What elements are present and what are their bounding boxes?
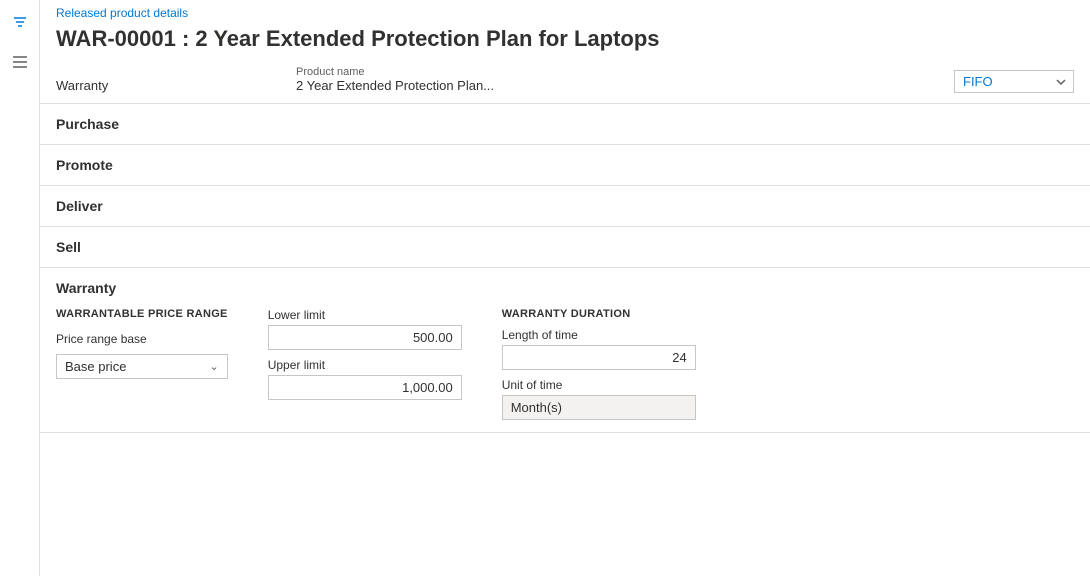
filter-icon[interactable] — [8, 10, 32, 34]
warrantable-title: WARRANTABLE PRICE RANGE — [56, 308, 228, 320]
warranty-duration-section: WARRANTY DURATION Length of time Unit of… — [502, 308, 696, 420]
warranty-section-title: Warranty — [56, 280, 1074, 296]
limits-section: Lower limit Upper limit — [268, 308, 462, 400]
unit-of-time-value: Month(s) — [502, 395, 696, 420]
main-content: Released product details WAR-00001 : 2 Y… — [40, 0, 1090, 576]
deliver-section-header[interactable]: Deliver — [40, 186, 1090, 227]
length-of-time-input[interactable] — [502, 345, 696, 370]
warrantable-price-range: WARRANTABLE PRICE RANGE Price range base… — [56, 308, 228, 379]
purchase-section-header[interactable]: Purchase — [40, 104, 1090, 145]
length-of-time-group: Length of time — [502, 328, 696, 370]
chevron-down-icon: ⌄ — [209, 360, 218, 373]
product-name-value: 2 Year Extended Protection Plan... — [296, 78, 675, 93]
page-title: WAR-00001 : 2 Year Extended Protection P… — [40, 22, 1090, 64]
sell-section-header[interactable]: Sell — [40, 227, 1090, 268]
length-of-time-label: Length of time — [502, 328, 696, 342]
price-range-base-value: Base price — [65, 359, 126, 374]
warranty-section: Warranty WARRANTABLE PRICE RANGE Price r… — [40, 268, 1090, 433]
fifo-wrapper: FIFO LIFO Average Standard — [695, 70, 1074, 93]
product-name-label: Product name — [296, 66, 675, 78]
price-range-base-select[interactable]: Base price ⌄ — [56, 354, 228, 379]
warranty-duration-title: WARRANTY DURATION — [502, 308, 696, 320]
warranty-body: WARRANTABLE PRICE RANGE Price range base… — [56, 308, 1074, 420]
lower-limit-group: Lower limit — [268, 308, 462, 350]
lower-limit-label: Lower limit — [268, 308, 462, 322]
upper-limit-input[interactable] — [268, 375, 462, 400]
sidebar — [0, 0, 40, 576]
upper-limit-group: Upper limit — [268, 358, 462, 400]
top-info-row: Warranty Product name 2 Year Extended Pr… — [40, 64, 1090, 104]
content-area: Warranty Product name 2 Year Extended Pr… — [40, 64, 1090, 576]
fifo-select[interactable]: FIFO LIFO Average Standard — [954, 70, 1074, 93]
breadcrumb[interactable]: Released product details — [40, 0, 1090, 22]
unit-of-time-label: Unit of time — [502, 378, 696, 392]
price-range-base-label: Price range base — [56, 332, 228, 346]
lower-limit-input[interactable] — [268, 325, 462, 350]
promote-section-header[interactable]: Promote — [40, 145, 1090, 186]
menu-icon[interactable] — [8, 50, 32, 74]
upper-limit-label: Upper limit — [268, 358, 462, 372]
warranty-type-field: Warranty — [56, 78, 276, 93]
product-name-field: Product name 2 Year Extended Protection … — [296, 66, 675, 93]
warranty-type-value: Warranty — [56, 78, 276, 93]
unit-of-time-group: Unit of time Month(s) — [502, 378, 696, 420]
